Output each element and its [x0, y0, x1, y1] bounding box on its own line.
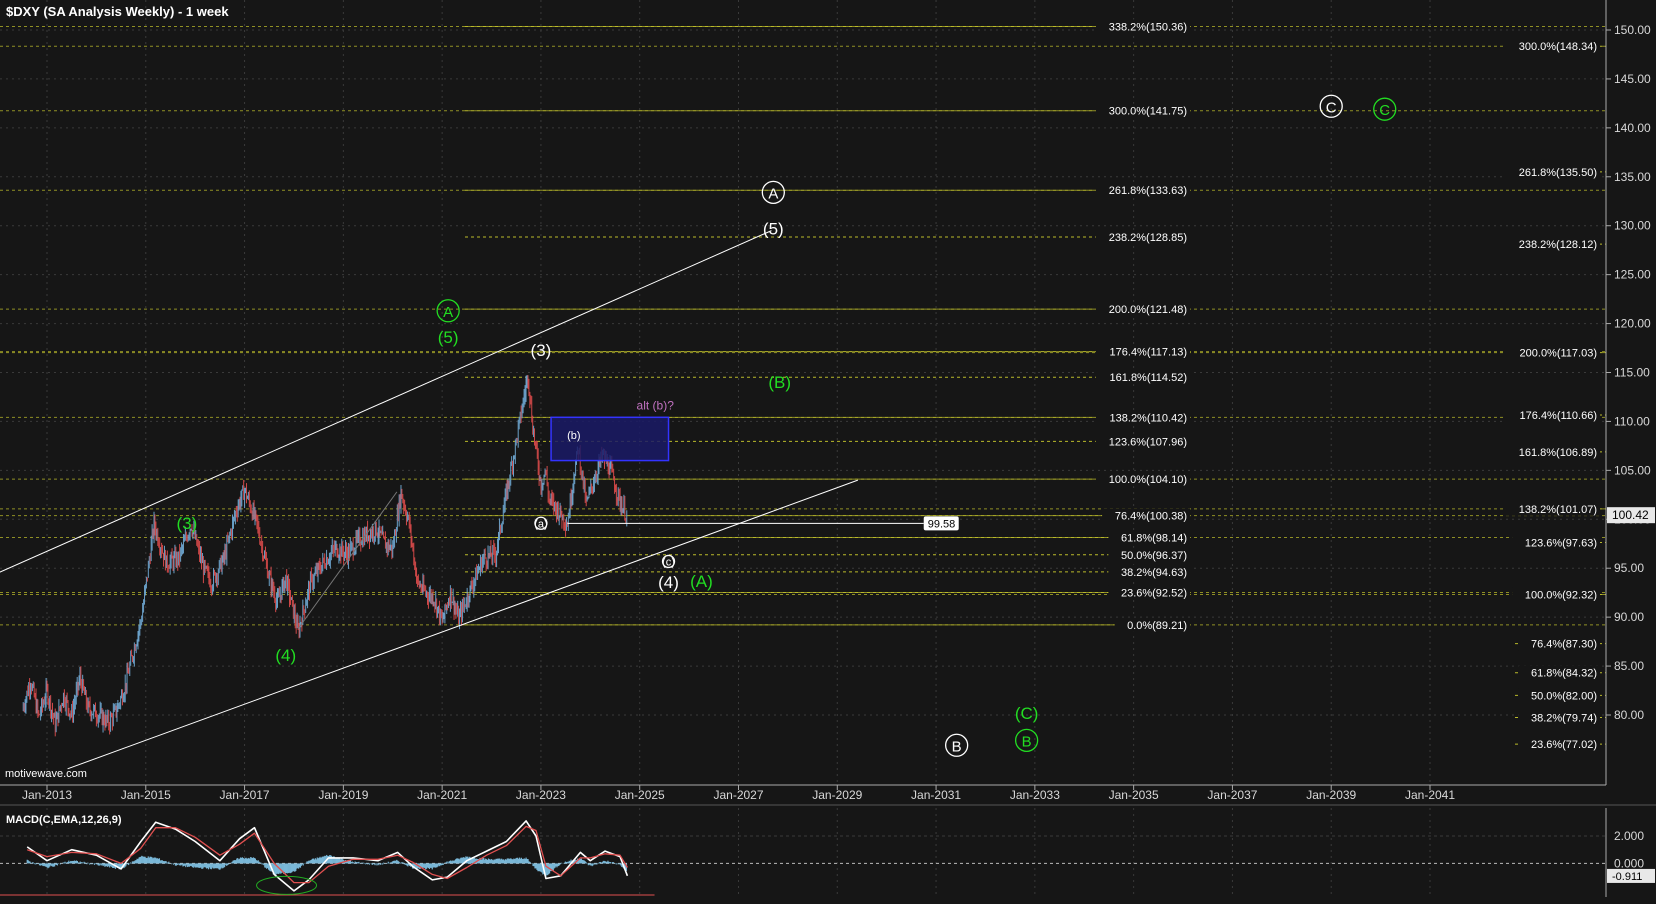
y-tick-label: 140.00 — [1614, 121, 1651, 135]
x-tick-label: Jan-2019 — [318, 788, 368, 802]
y-tick-label: 120.00 — [1614, 317, 1651, 331]
support-value-label: 99.58 — [928, 518, 956, 530]
wave-label: (3) — [177, 514, 198, 533]
wave-label: (B) — [768, 373, 791, 392]
macd-value-label: -0.911 — [1612, 871, 1642, 883]
fib-label-left: 300.0%(141.75) — [1109, 106, 1187, 118]
fib-label-right: 161.8%(106.89) — [1519, 447, 1597, 459]
x-tick-label: Jan-2041 — [1405, 788, 1455, 802]
x-tick-label: Jan-2027 — [713, 788, 763, 802]
chart-title: $DXY (SA Analysis Weekly) - 1 week — [6, 4, 229, 19]
x-tick-label: Jan-2017 — [220, 788, 270, 802]
wave-label: B — [952, 738, 962, 755]
x-tick-label: Jan-2037 — [1207, 788, 1257, 802]
y-tick-label: 80.00 — [1614, 708, 1644, 722]
y-tick-label: 110.00 — [1614, 414, 1650, 428]
fib-label-left: 50.0%(96.37) — [1121, 550, 1187, 562]
y-tick-label: 90.00 — [1614, 610, 1644, 624]
fib-label-right: 38.2%(79.74) — [1531, 713, 1597, 725]
fib-label-left: 61.8%(98.14) — [1121, 532, 1187, 544]
wave-label: B — [1022, 733, 1032, 750]
chart-background — [0, 0, 1656, 904]
y-tick-label: 115.00 — [1614, 366, 1650, 380]
fib-label-left: 23.6%(92.52) — [1121, 587, 1187, 599]
macd-title: MACD(C,EMA,12,26,9) — [6, 814, 122, 826]
alt-b-label: alt (b)? — [637, 398, 675, 412]
wave-label: (4) — [658, 573, 679, 592]
x-tick-label: Jan-2033 — [1010, 788, 1060, 802]
wave-label: C — [1379, 102, 1390, 119]
y-tick-label: 145.00 — [1614, 72, 1651, 86]
fib-label-left: 338.2%(150.36) — [1109, 21, 1187, 33]
y-tick-label: 125.00 — [1614, 268, 1651, 282]
fib-label-right: 261.8%(135.50) — [1519, 167, 1597, 179]
fib-label-right: 61.8%(84.32) — [1531, 668, 1597, 680]
fib-label-right: 138.2%(101.07) — [1519, 504, 1597, 516]
macd-tick-label: 0.000 — [1614, 856, 1644, 870]
wave-label: (C) — [1015, 704, 1039, 723]
wave-label: (4) — [275, 646, 296, 665]
x-tick-label: Jan-2023 — [516, 788, 566, 802]
fib-label-left: 138.2%(110.42) — [1110, 412, 1187, 424]
y-tick-label: 95.00 — [1614, 561, 1644, 575]
fib-label-right: 238.2%(128.12) — [1519, 239, 1597, 251]
fib-label-left: 261.8%(133.63) — [1109, 185, 1187, 197]
current-price-label: 100.42 — [1612, 508, 1649, 522]
y-tick-label: 105.00 — [1614, 463, 1651, 477]
fib-label-left: 0.0%(89.21) — [1127, 620, 1187, 632]
watermark: motivewave.com — [5, 768, 87, 780]
x-tick-label: Jan-2029 — [812, 788, 862, 802]
x-tick-label: Jan-2013 — [22, 788, 72, 802]
fib-label-left: 38.2%(94.63) — [1121, 567, 1187, 579]
wave-label: C — [1326, 99, 1337, 116]
wave-label: (a) — [534, 518, 547, 530]
wave-label: (b) — [567, 430, 580, 442]
wave-label: (5) — [763, 220, 784, 239]
wave-label: (c) — [662, 556, 675, 568]
fib-label-right: 300.0%(148.34) — [1519, 41, 1597, 53]
fib-label-left: 123.6%(107.96) — [1109, 436, 1187, 448]
fib-label-left: 200.0%(121.48) — [1109, 304, 1187, 316]
fib-label-right: 23.6%(77.02) — [1531, 739, 1597, 751]
fib-label-right: 200.0%(117.03) — [1520, 348, 1597, 360]
fib-label-right: 50.0%(82.00) — [1531, 690, 1597, 702]
fib-label-left: 176.4%(117.13) — [1110, 347, 1187, 359]
chart-canvas: 99.58 alt (b)? 338.2%(150.36) 300.0%(141.7… — [0, 0, 1656, 904]
y-tick-label: 85.00 — [1614, 659, 1644, 673]
fib-label-right: 76.4%(87.30) — [1531, 639, 1597, 651]
wave-label: (A) — [690, 572, 713, 591]
fib-label-left: 76.4%(100.38) — [1115, 511, 1187, 523]
x-tick-label: Jan-2025 — [615, 788, 665, 802]
x-tick-label: Jan-2015 — [121, 788, 171, 802]
y-tick-label: 130.00 — [1614, 219, 1651, 233]
macd-tick-label: 2.000 — [1614, 829, 1644, 843]
x-tick-label: Jan-2031 — [911, 788, 961, 802]
x-tick-label: Jan-2039 — [1306, 788, 1356, 802]
fib-label-right: 100.0%(92.32) — [1525, 589, 1597, 601]
wave-label: A — [443, 304, 453, 321]
fib-label-left: 100.0%(104.10) — [1109, 474, 1187, 486]
wave-label: (5) — [438, 328, 459, 347]
y-tick-label: 150.00 — [1614, 23, 1651, 37]
wave-label: (3) — [531, 341, 552, 360]
x-tick-label: Jan-2021 — [417, 788, 467, 802]
fib-label-left: 238.2%(128.85) — [1109, 232, 1187, 244]
fib-label-right: 176.4%(110.66) — [1520, 410, 1597, 422]
y-tick-label: 135.00 — [1614, 170, 1651, 184]
fib-label-left: 161.8%(114.52) — [1110, 372, 1187, 384]
x-tick-label: Jan-2035 — [1109, 788, 1159, 802]
fib-label-right: 123.6%(97.63) — [1525, 537, 1597, 549]
wave-label: A — [768, 185, 778, 202]
